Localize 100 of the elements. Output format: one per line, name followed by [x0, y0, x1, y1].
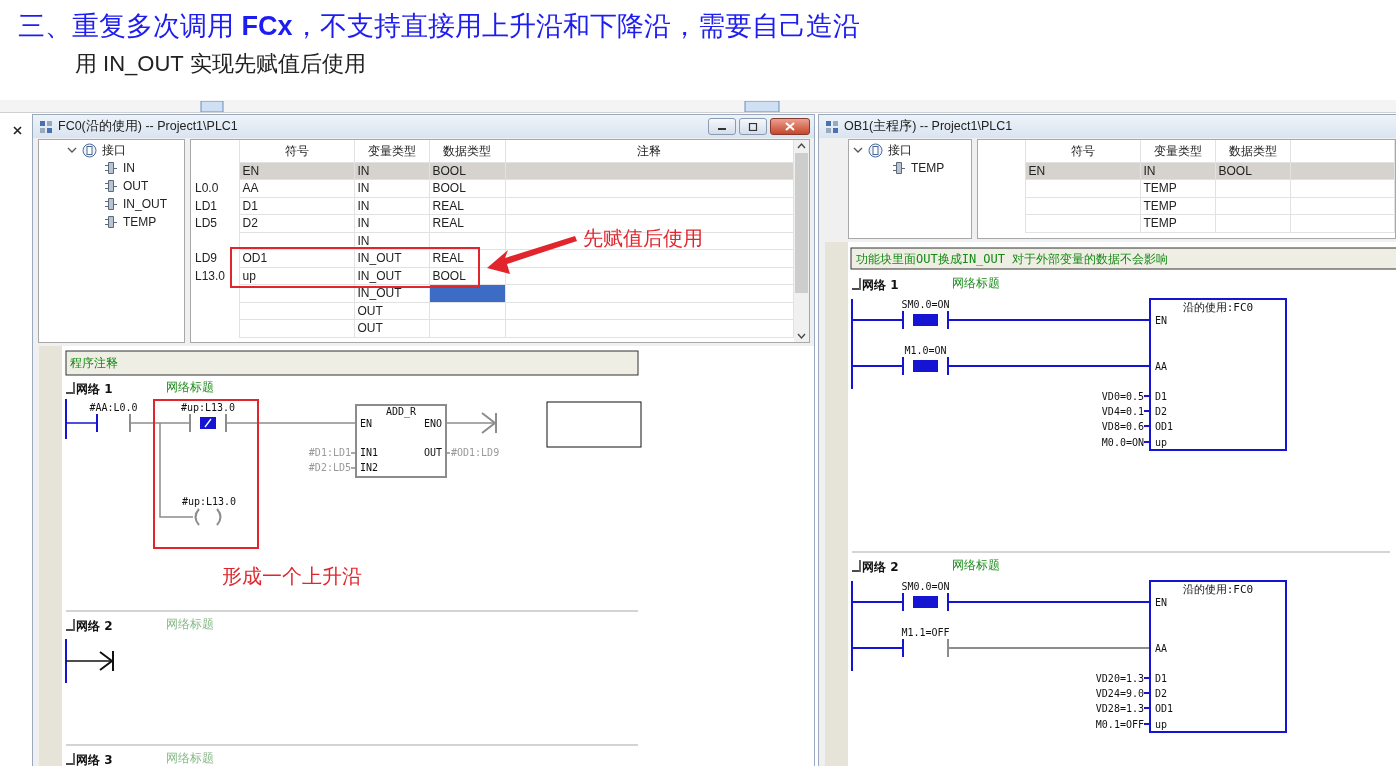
tree-item[interactable]: IN: [39, 159, 184, 177]
pin-label: D2: [1155, 688, 1168, 699]
input-label: VD0=0.5: [1101, 391, 1144, 402]
wire: [350, 467, 357, 469]
table-cell: OUT: [354, 319, 429, 337]
expand-icon[interactable]: [67, 145, 77, 155]
tree-label: OUT: [123, 178, 149, 195]
parameter-icon: [104, 161, 118, 175]
callout-text: 形成一个上升沿: [222, 564, 362, 588]
collapse-icon: [65, 618, 75, 632]
maximize-button[interactable]: [739, 118, 767, 135]
comment-text: 程序注释: [70, 356, 118, 370]
window-title: FC0(沿的使用) -- Project1\PLC1: [58, 118, 238, 136]
block-name: 沿的使用:FC0: [1182, 301, 1254, 314]
column-header: 数据类型: [1215, 140, 1290, 162]
input-label: #D1:LD1: [308, 447, 351, 458]
pin-label: up: [1155, 719, 1168, 730]
scrollbar-thumb[interactable]: [795, 153, 808, 293]
contact-label: SM0.0=ON: [901, 299, 950, 310]
tree-label: TEMP: [123, 214, 157, 231]
expand-icon[interactable]: [853, 145, 863, 155]
pin-label: D2: [1155, 406, 1168, 417]
tree-item[interactable]: TEMP: [849, 159, 971, 177]
input-label: VD4=0.1: [1101, 406, 1144, 417]
table-cell: TEMP: [1140, 197, 1215, 215]
pin-label: OD1: [1155, 421, 1174, 432]
pin-label: EN: [1155, 315, 1168, 326]
window-title: OB1(主程序) -- Project1\PLC1: [844, 118, 1013, 136]
wire: [851, 365, 904, 367]
pin-label: ENO: [423, 418, 442, 429]
table-cell: OD1: [239, 249, 354, 267]
network-title: 网络标题: [166, 751, 214, 765]
tree-label: 接口: [888, 142, 912, 159]
subheading: 用 IN_OUT 实现先赋值后使用: [75, 50, 366, 78]
window-icon: [825, 119, 839, 134]
network-title: 网络标题: [166, 380, 214, 394]
tree-label: TEMP: [911, 160, 945, 177]
network-title: 网络标题: [952, 558, 1000, 572]
coil-label: #up:L13.0: [181, 496, 237, 507]
address-cell: L0.0: [191, 179, 239, 197]
input-label: M0.0=ON: [1101, 437, 1144, 448]
wire: [851, 647, 904, 649]
network-label: 网络 1: [862, 278, 899, 292]
window-icon: [39, 119, 53, 134]
table-cell: BOOL: [429, 179, 505, 197]
contact-label: M1.1=OFF: [901, 627, 950, 638]
table-cell: IN_OUT: [354, 267, 429, 285]
wire: [851, 319, 904, 321]
close-button[interactable]: [770, 118, 810, 135]
maximize-icon[interactable]: [748, 122, 758, 131]
parameter-icon: [892, 161, 906, 175]
pin-label: AA: [1155, 361, 1168, 372]
pin-label: D1: [1155, 391, 1168, 402]
tree-item[interactable]: 接口: [39, 141, 184, 159]
table-cell: TEMP: [1140, 179, 1215, 197]
tree-label: IN: [123, 160, 135, 177]
pin-label: D1: [1155, 673, 1168, 684]
tree-label: 接口: [102, 142, 126, 159]
table-cell: D1: [239, 197, 354, 215]
heading: 三、重复多次调用 FCx，不支持直接用上升沿和下降沿，需要自己造沿: [17, 10, 860, 43]
parameter-icon: [104, 179, 118, 193]
table-cell: TEMP: [1140, 214, 1215, 232]
pin-label: up: [1155, 437, 1168, 448]
tree-item[interactable]: TEMP: [39, 213, 184, 231]
pin-label: EN: [1155, 597, 1168, 608]
scrollbar[interactable]: [794, 140, 809, 342]
input-label: VD28=1.3: [1095, 703, 1144, 714]
tree-item[interactable]: IN_OUT: [39, 195, 184, 213]
table-cell: AA: [239, 179, 354, 197]
parameter-icon: [104, 215, 118, 229]
column-header: 符号: [239, 140, 354, 162]
interface-icon: [82, 142, 97, 158]
table-cell: IN_OUT: [354, 284, 429, 302]
output-label: #OD1:LD9: [451, 447, 500, 458]
pin-label: OD1: [1155, 703, 1174, 714]
column-header: 注释: [505, 140, 794, 162]
wire: [1143, 410, 1151, 412]
pin-label: AA: [1155, 643, 1168, 654]
contact-label: #up:L13.0: [180, 402, 236, 413]
callout-text: 先赋值后使用: [583, 226, 703, 250]
scroll-up-icon[interactable]: [797, 143, 806, 149]
comment-text: 功能块里面OUT换成IN_OUT 对于外部变量的数据不会影响: [856, 252, 1169, 266]
minimize-button[interactable]: [708, 118, 736, 135]
pin-label: IN2: [360, 462, 379, 473]
table-cell: IN: [354, 197, 429, 215]
output-arrow: [65, 650, 114, 672]
tree-item[interactable]: OUT: [39, 177, 184, 195]
collapse-icon: [65, 752, 75, 766]
input-label: VD8=0.6: [1101, 421, 1144, 432]
wire: [1143, 692, 1151, 694]
wire: [1143, 707, 1151, 709]
close-icon[interactable]: [13, 126, 22, 136]
network-label: 网络 2: [76, 619, 113, 633]
collapse-icon: [851, 559, 861, 573]
wire: [851, 601, 904, 603]
input-label: VD24=9.0: [1095, 688, 1144, 699]
scroll-down-icon[interactable]: [797, 333, 806, 339]
address-cell: LD1: [191, 197, 239, 215]
tree-item[interactable]: 接口: [849, 141, 971, 159]
pin-label: OUT: [423, 447, 442, 458]
